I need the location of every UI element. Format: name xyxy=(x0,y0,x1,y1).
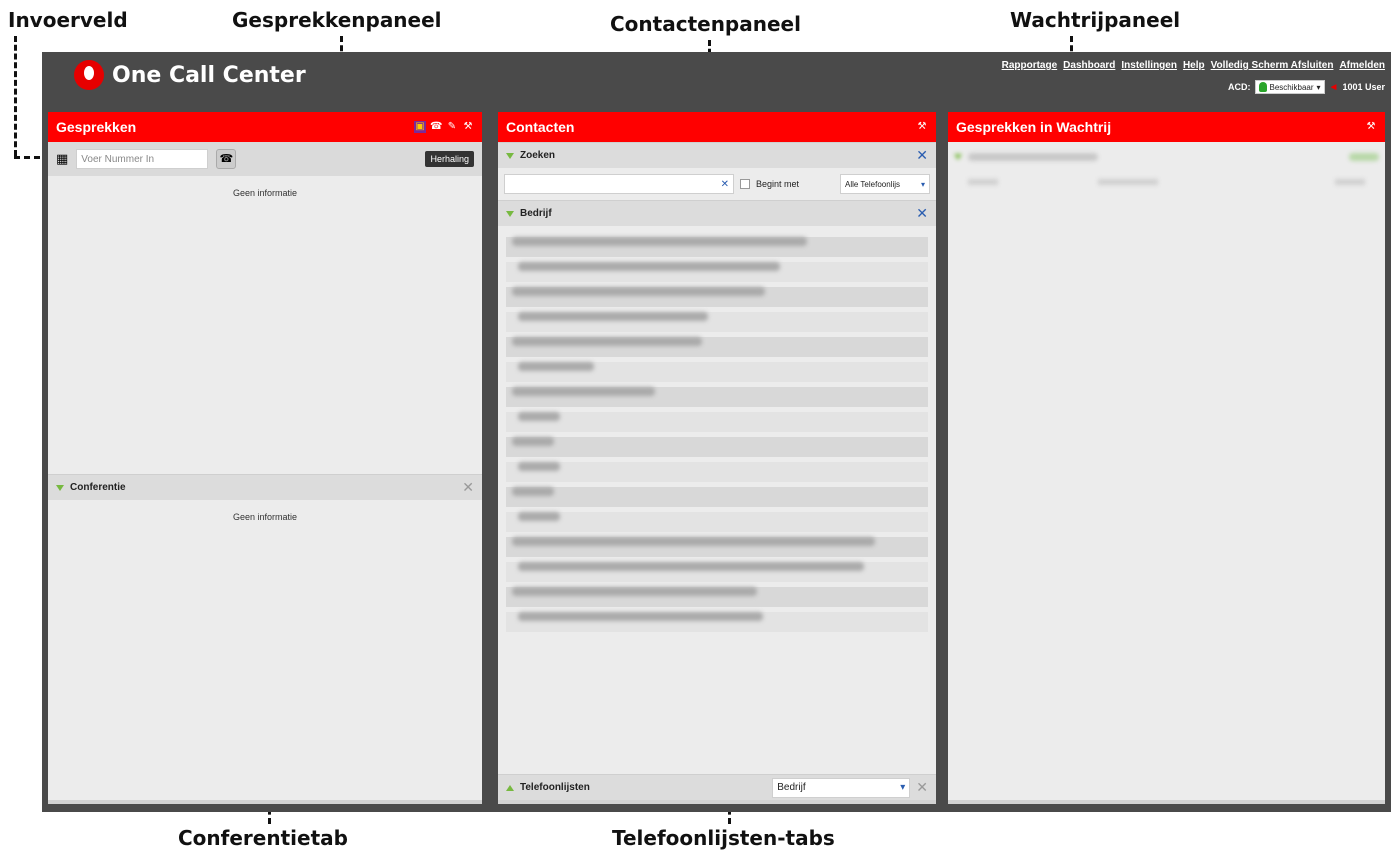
acd-status-select[interactable]: Beschikbaar ▾ xyxy=(1254,80,1325,94)
resize-handle[interactable] xyxy=(48,800,482,804)
list-item[interactable] xyxy=(506,512,928,532)
contact-search-input[interactable]: ✕ xyxy=(504,174,734,194)
calls-empty-text: Geen informatie xyxy=(232,188,298,198)
callout-telefoonlijsten-tabs: Telefoonlijsten-tabs xyxy=(612,826,835,850)
triangle-down-icon xyxy=(56,484,64,491)
list-item[interactable] xyxy=(506,487,928,507)
contacts-panel: Contacten ⚒ Zoeken ✕ ✕ Begint met Alle T… xyxy=(498,112,936,804)
begins-with-label: Begint met xyxy=(756,179,800,189)
conference-title: Conferentie xyxy=(70,482,126,493)
brand: One Call Center xyxy=(74,60,306,90)
tools-icon[interactable]: ⚒ xyxy=(1365,121,1377,133)
chevron-down-icon: ▾ xyxy=(920,179,925,189)
dial-number-input[interactable]: Voer Nummer In xyxy=(76,149,209,169)
list-item[interactable] xyxy=(506,387,928,407)
triangle-down-icon xyxy=(506,152,514,159)
phone-icon[interactable]: ☎ xyxy=(430,121,442,133)
triangle-up-icon xyxy=(506,784,514,791)
contact-list xyxy=(498,226,936,632)
nav-afmelden[interactable]: Afmelden xyxy=(1339,60,1385,71)
nav-fullscreen-exit[interactable]: Volledig Scherm Afsluiten xyxy=(1211,60,1334,71)
user-status-icon xyxy=(1258,82,1267,92)
list-item[interactable] xyxy=(506,237,928,257)
list-item[interactable] xyxy=(506,562,928,582)
user-name: 1001 User xyxy=(1342,82,1385,92)
close-icon[interactable]: ✕ xyxy=(462,479,474,496)
acd-status-row: ACD: Beschikbaar ▾ ◄ 1001 User xyxy=(1228,80,1385,94)
search-row: ✕ Begint met Alle Telefoonlijs ▾ xyxy=(498,168,936,200)
transfer-icon[interactable]: ▣ xyxy=(414,121,426,133)
contacts-panel-header: Contacten ⚒ xyxy=(498,112,936,142)
list-item[interactable] xyxy=(506,437,928,457)
phonebooks-title: Telefoonlijsten xyxy=(520,782,590,793)
chevron-down-icon: ▾ xyxy=(900,782,906,793)
queue-list-item[interactable] xyxy=(948,172,1385,192)
queue-list-header xyxy=(948,142,1385,172)
nav-dashboard[interactable]: Dashboard xyxy=(1063,60,1115,71)
list-item[interactable] xyxy=(506,612,928,632)
list-item[interactable] xyxy=(506,337,928,357)
queue-panel: Gesprekken in Wachtrij ⚒ xyxy=(948,112,1385,804)
acd-label: ACD: xyxy=(1228,82,1251,92)
keypad-icon: ▦ xyxy=(56,151,69,166)
list-item[interactable] xyxy=(506,262,928,282)
callout-wachtrijpaneel: Wachtrijpaneel xyxy=(1010,8,1181,32)
phonebook-select[interactable]: Bedrijf ▾ xyxy=(772,777,911,798)
nav-rapportage[interactable]: Rapportage xyxy=(1002,60,1058,71)
acd-status-value: Beschikbaar xyxy=(1269,82,1314,92)
close-icon[interactable]: ✕ xyxy=(916,205,928,222)
calls-panel-header: Gesprekken ▣ ☎ ✎ ⚒ xyxy=(48,112,482,142)
list-item[interactable] xyxy=(506,312,928,332)
phonebooks-tab[interactable]: Telefoonlijsten Bedrijf ▾ ✕ xyxy=(498,774,936,800)
search-title: Zoeken xyxy=(520,150,556,161)
callout-contactenpaneel: Contactenpaneel xyxy=(610,12,801,36)
dial-phone-icon[interactable]: ☎ xyxy=(216,149,237,169)
list-item[interactable] xyxy=(506,462,928,482)
conference-empty-text: Geen informatie xyxy=(232,512,298,522)
queue-panel-header: Gesprekken in Wachtrij ⚒ xyxy=(948,112,1385,142)
company-section[interactable]: Bedrijf ✕ xyxy=(498,200,936,226)
resize-handle[interactable] xyxy=(948,800,1385,804)
brand-name: One Call Center xyxy=(112,62,306,88)
tools-icon[interactable]: ⚒ xyxy=(916,121,928,133)
callout-conferentietab: Conferentietab xyxy=(178,826,348,850)
phonebook-filter-select[interactable]: Alle Telefoonlijs ▾ xyxy=(840,174,930,194)
company-title: Bedrijf xyxy=(520,208,552,219)
leader-invoerveld xyxy=(14,36,17,156)
close-icon[interactable]: ✕ xyxy=(916,779,928,796)
triangle-down-icon xyxy=(506,210,514,217)
callout-invoerveld: Invoerveld xyxy=(8,8,128,32)
resize-handle[interactable] xyxy=(498,800,936,804)
tools-icon[interactable]: ⚒ xyxy=(462,121,474,133)
dial-bar: ▦ Voer Nummer In ☎ Herhaling xyxy=(48,142,482,176)
app-window: One Call Center Rapportage Dashboard Ins… xyxy=(42,52,1391,812)
arrow-left-icon: ◄ xyxy=(1328,81,1339,93)
list-item[interactable] xyxy=(506,537,928,557)
callout-gesprekkenpaneel: Gesprekkenpaneel xyxy=(232,8,442,32)
calls-panel: Gesprekken ▣ ☎ ✎ ⚒ ▦ Voer Nummer In ☎ He… xyxy=(48,112,482,804)
top-navigation: Rapportage Dashboard Instellingen Help V… xyxy=(1002,60,1385,71)
calls-panel-title: Gesprekken xyxy=(56,119,137,135)
chevron-down-icon: ▾ xyxy=(1316,82,1321,92)
clear-icon[interactable]: ✕ xyxy=(721,179,729,190)
begins-with-checkbox[interactable] xyxy=(740,179,750,189)
list-item[interactable] xyxy=(506,362,928,382)
queue-panel-title: Gesprekken in Wachtrij xyxy=(956,119,1112,135)
redial-button[interactable]: Herhaling xyxy=(425,151,474,167)
list-item[interactable] xyxy=(506,587,928,607)
search-section[interactable]: Zoeken ✕ xyxy=(498,142,936,168)
contacts-panel-title: Contacten xyxy=(506,119,575,135)
nav-help[interactable]: Help xyxy=(1183,60,1205,71)
list-item[interactable] xyxy=(506,287,928,307)
list-item[interactable] xyxy=(506,412,928,432)
close-icon[interactable]: ✕ xyxy=(916,147,928,164)
conference-tab[interactable]: Conferentie ✕ xyxy=(48,474,482,500)
vodafone-logo-icon xyxy=(74,60,104,90)
edit-icon[interactable]: ✎ xyxy=(446,121,458,133)
triangle-down-icon xyxy=(954,154,962,160)
nav-instellingen[interactable]: Instellingen xyxy=(1121,60,1177,71)
